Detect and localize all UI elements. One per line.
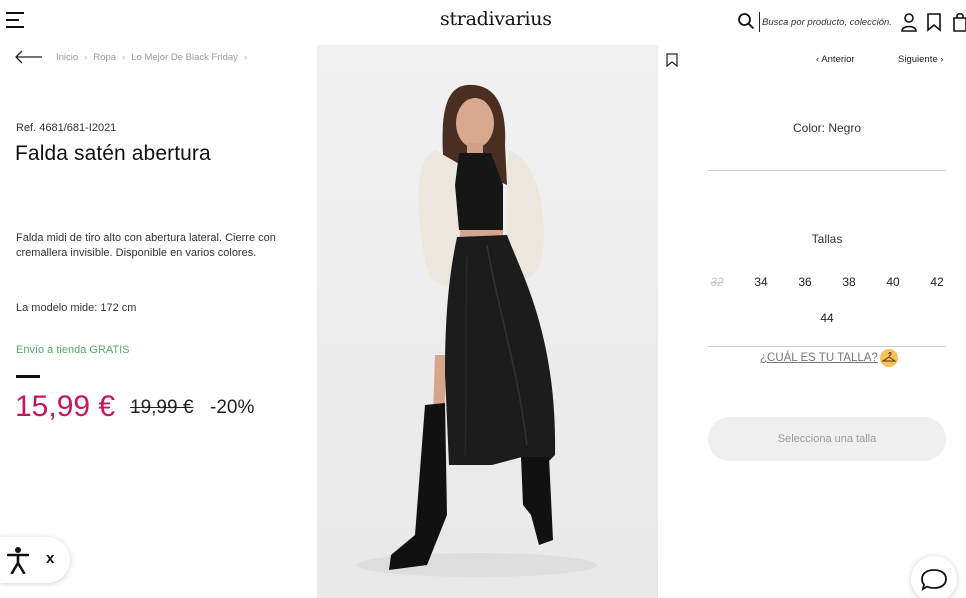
size-option-40[interactable]: 40 [878, 275, 908, 289]
shipping-info: Envío a tienda GRATIS [16, 344, 130, 356]
previous-label: Anterior [821, 54, 855, 65]
next-product-link[interactable]: Siguiente › [898, 54, 943, 65]
sizes-title: Tallas [811, 232, 843, 246]
breadcrumb-black-friday[interactable]: Lo Mejor De Black Friday [131, 52, 238, 63]
original-price: 19,99 € [130, 397, 194, 418]
hanger-icon [879, 349, 898, 367]
brand-logo[interactable]: stradivarius [440, 8, 552, 30]
product-title: Falda satén abertura [15, 142, 211, 165]
product-description: Falda midi de tiro alto con abertura lat… [16, 232, 276, 259]
chat-button[interactable] [911, 556, 957, 598]
color-label: Color: Negro [792, 121, 862, 135]
breadcrumb-separator: › [243, 52, 248, 63]
product-image[interactable] [317, 45, 658, 598]
back-arrow-icon[interactable] [15, 50, 43, 64]
next-label: Siguiente [898, 54, 938, 65]
chat-icon [921, 569, 947, 591]
breadcrumb-home[interactable]: Inicio [56, 52, 78, 63]
size-option-36[interactable]: 36 [790, 275, 820, 289]
model-photo [357, 84, 597, 577]
divider [708, 170, 946, 171]
price-divider [16, 375, 40, 378]
current-price: 15,99 € [15, 390, 116, 423]
size-guide-label: ¿CUÁL ES TU TALLA? [760, 352, 878, 364]
size-option-34[interactable]: 34 [746, 275, 776, 289]
select-size-button[interactable]: Selecciona una talla [708, 417, 946, 461]
model-height: La modelo mide: 172 cm [16, 302, 137, 314]
size-option-38[interactable]: 38 [834, 275, 864, 289]
accessibility-widget: x [0, 537, 70, 583]
close-accessibility-button[interactable]: x [46, 550, 54, 567]
divider [708, 346, 946, 347]
previous-product-link[interactable]: ‹ Anterior [816, 54, 855, 65]
menu-icon[interactable] [6, 12, 26, 30]
user-icon[interactable] [900, 12, 918, 32]
search-input[interactable] [759, 12, 891, 32]
accessibility-icon[interactable] [7, 546, 29, 574]
site-header: stradivarius [0, 0, 966, 44]
size-option-44[interactable]: 44 [812, 311, 842, 325]
breadcrumb-clothing[interactable]: Ropa [93, 52, 116, 63]
chevron-right-icon: › [937, 54, 944, 65]
search-icon[interactable] [737, 12, 755, 30]
size-option-32[interactable]: 32 [702, 275, 732, 289]
save-bookmark-icon[interactable] [666, 53, 678, 67]
bag-icon[interactable] [952, 12, 966, 32]
wishlist-icon[interactable] [925, 12, 943, 32]
product-reference: Ref. 4681/681-I2021 [16, 122, 117, 134]
size-guide-link[interactable]: ¿CUÁL ES TU TALLA? [760, 349, 898, 367]
size-option-42[interactable]: 42 [922, 275, 952, 289]
breadcrumb-separator: › [84, 52, 88, 63]
breadcrumb-separator: › [122, 52, 126, 63]
breadcrumb: Inicio › Ropa › Lo Mejor De Black Friday… [56, 52, 253, 63]
discount-badge: -20% [210, 397, 255, 418]
